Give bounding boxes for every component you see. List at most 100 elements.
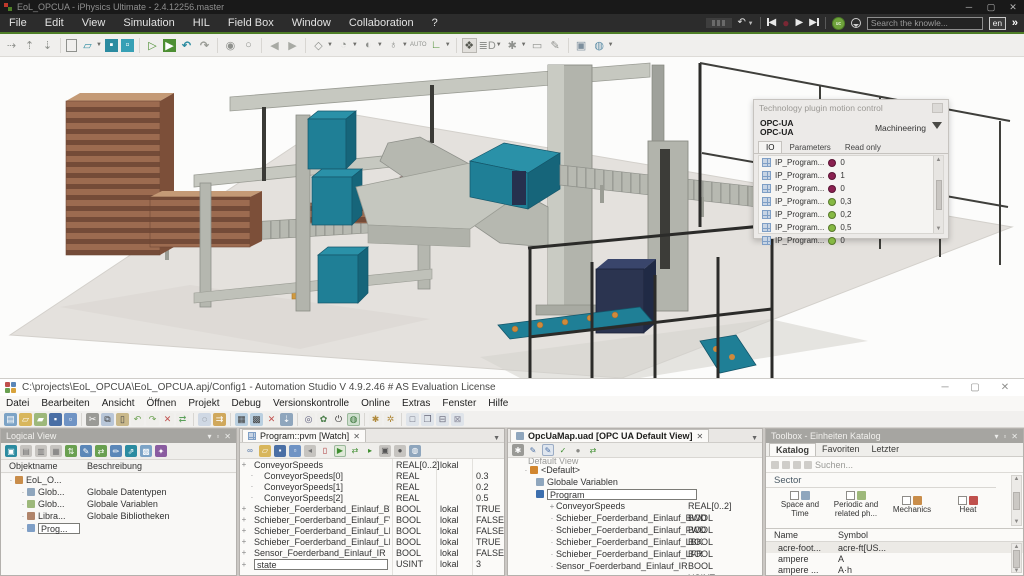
screen-icon[interactable]: ▭ xyxy=(530,38,545,53)
open-project-icon[interactable]: ▱ xyxy=(19,413,32,426)
measure-icon[interactable]: ✎ xyxy=(548,38,563,53)
undo-arrow-icon[interactable]: ↶ ▼ xyxy=(738,14,754,33)
tree-row[interactable]: ·Libra... Globale Bibliotheken xyxy=(1,510,236,522)
track-start-icon[interactable]: ⇢ xyxy=(4,38,19,53)
sector-heat[interactable]: Heat xyxy=(940,496,996,514)
link-icon[interactable]: ⇗ xyxy=(125,445,137,457)
play-icon[interactable]: ▶ xyxy=(795,14,803,32)
menu-hil[interactable]: HIL xyxy=(184,14,219,32)
save-icon[interactable]: ▪ xyxy=(274,445,286,457)
globe-icon[interactable]: ◍ xyxy=(409,445,421,457)
online-globe-icon[interactable]: ◍ xyxy=(347,413,360,426)
col-objektname[interactable]: Objektname xyxy=(9,461,58,471)
watch-row[interactable]: +Sensor_Foerderband_Einlauf_IRBOOLlokalF… xyxy=(240,547,504,558)
settings-b-icon[interactable]: ✲ xyxy=(384,413,397,426)
tab-overflow-icon[interactable]: ▼ xyxy=(747,435,762,442)
opcua-var-row[interactable]: ·Sensor_Foerderband_Einlauf_IRBOOL xyxy=(508,560,762,572)
cancel-build-icon[interactable]: ✕ xyxy=(265,413,278,426)
refresh-icon[interactable]: ⇄ xyxy=(587,444,599,456)
watch-row[interactable]: +ConveyorSpeedsREAL[0..2]lokal xyxy=(240,459,504,470)
forward-icon[interactable]: ▸ xyxy=(364,445,376,457)
device-icon[interactable]: ▣ xyxy=(574,38,589,53)
undo-icon[interactable]: ↶ xyxy=(179,38,194,53)
edit-icon[interactable]: ✎ xyxy=(80,445,92,457)
tab-overflow-icon[interactable]: ▼ xyxy=(489,435,504,442)
window-b-icon[interactable]: ❐ xyxy=(421,413,434,426)
funnel-icon[interactable] xyxy=(932,122,942,134)
menu-help[interactable]: ? xyxy=(423,14,447,32)
open-file-icon[interactable]: ▰ xyxy=(34,413,47,426)
tools-icon[interactable]: ✦ xyxy=(155,445,167,457)
redo-icon[interactable]: ↷ xyxy=(197,38,212,53)
tab-letzter[interactable]: Letzter xyxy=(866,443,906,456)
io-row[interactable]: IP_Program...0,3 xyxy=(759,195,943,208)
menu-fieldbox[interactable]: Field Box xyxy=(219,14,283,32)
menu-ansicht[interactable]: Ansicht xyxy=(96,398,141,409)
save-as-icon[interactable]: ▫ xyxy=(121,39,134,52)
filter-a-icon[interactable] xyxy=(771,461,779,469)
menu-projekt[interactable]: Projekt xyxy=(182,398,225,409)
watch-row[interactable]: ·ConveyorSpeeds[1]REAL0.2 xyxy=(240,481,504,492)
back-icon[interactable]: ◂ xyxy=(304,445,316,457)
search-bubble-icon[interactable] xyxy=(851,18,861,28)
settings-a-icon[interactable]: ✱ xyxy=(369,413,382,426)
menu-versionskontrolle[interactable]: Versionskontrolle xyxy=(267,398,355,409)
tree-row[interactable]: ·Glob... Globale Variablen xyxy=(1,498,236,510)
services-icon[interactable]: ✿ xyxy=(317,413,330,426)
find-icon[interactable]: ◌ xyxy=(198,413,211,426)
track-run-icon[interactable]: ⇣ xyxy=(40,38,55,53)
col-beschreibung[interactable]: Beschreibung xyxy=(87,461,142,471)
tab-parameters[interactable]: Parameters xyxy=(782,142,837,153)
io-row[interactable]: IP_Program...1 xyxy=(759,169,943,182)
watch-row[interactable]: ·ConveyorSpeeds[2]REAL0.5 xyxy=(240,492,504,503)
glasses-icon[interactable]: ∞ xyxy=(244,445,256,457)
col-symbol[interactable]: Symbol xyxy=(838,530,868,540)
io-row[interactable]: IP_Program...0,2 xyxy=(759,208,943,221)
cut-icon[interactable]: ✂ xyxy=(86,413,99,426)
watch-tab[interactable]: Program::pvm [Watch]✕ xyxy=(242,429,366,442)
menu-view[interactable]: View xyxy=(73,14,115,32)
opcua-tab[interactable]: OpcUaMap.uad [OPC UA Default View]✕ xyxy=(510,429,709,442)
import-icon[interactable]: ▷ xyxy=(145,38,160,53)
delete-icon[interactable]: ✕ xyxy=(161,413,174,426)
window-c-icon[interactable]: ⊟ xyxy=(436,413,449,426)
unit-row[interactable]: ampere ...A·h xyxy=(766,564,1023,575)
menu-oeffnen[interactable]: Öffnen xyxy=(141,398,183,409)
record-icon[interactable]: ● xyxy=(394,445,406,457)
opcua-node[interactable]: Globale Variablen xyxy=(508,476,762,488)
connection-ball-icon[interactable]: uc xyxy=(832,17,845,30)
sector-periodic[interactable]: Periodic and related ph... xyxy=(828,491,884,518)
menu-hilfe[interactable]: Hilfe xyxy=(482,398,514,409)
axis-icon[interactable]: ∟ xyxy=(429,38,444,53)
menu-fenster[interactable]: Fenster xyxy=(436,398,482,409)
save-icon[interactable]: ▪ xyxy=(105,39,118,52)
menu-simulation[interactable]: Simulation xyxy=(114,14,183,32)
panel-menu-icon[interactable]: ▾ xyxy=(994,432,998,441)
filter-d-icon[interactable] xyxy=(804,461,812,469)
view-cube-icon[interactable]: ◇ xyxy=(311,38,326,53)
watch-row[interactable]: +Schieber_Foerderband_Einlauf_FWDBOOLlok… xyxy=(240,514,504,525)
step-icon[interactable]: ▶ xyxy=(809,14,819,32)
pin-icon[interactable]: ▫ xyxy=(1003,432,1006,441)
rebuild-icon[interactable]: ▩ xyxy=(250,413,263,426)
opcua-var-row[interactable]: ·Schieber_Foerderband_Einlauf_LFRBOOL xyxy=(508,548,762,560)
export-run-icon[interactable]: ▶ xyxy=(163,39,176,52)
sector-scrollbar[interactable]: ▲▼ xyxy=(1011,475,1022,526)
dot-icon[interactable]: ● xyxy=(572,444,584,456)
watch-row[interactable]: +Schieber_Foerderband_Einlauf_BWDBOOLlok… xyxy=(240,503,504,514)
debug-bug-icon[interactable]: ✱ xyxy=(505,38,520,53)
stop-page-icon[interactable]: ▯ xyxy=(319,445,331,457)
list-c-icon[interactable]: ▦ xyxy=(50,445,62,457)
opcua-node-editing[interactable]: Program xyxy=(508,488,762,500)
toolbar-overflow-icon[interactable]: » xyxy=(1012,17,1018,29)
tab-katalog[interactable]: Katalog xyxy=(769,443,816,456)
undo-icon[interactable]: ↶ xyxy=(131,413,144,426)
copy-icon[interactable]: ⧉ xyxy=(101,413,114,426)
opcua-var-row[interactable]: +ConveyorSpeedsREAL[0..2] xyxy=(508,500,762,512)
opcua-node[interactable]: ·<Default> xyxy=(508,464,762,476)
panel-menu-icon[interactable]: ▾ xyxy=(207,432,211,441)
gear-icon[interactable]: ✱ xyxy=(512,444,524,456)
io-row[interactable]: IP_Program...0,5 xyxy=(759,221,943,234)
save-as-icon[interactable]: ▫ xyxy=(289,445,301,457)
tree-row-editing[interactable]: ·Prog... xyxy=(1,522,236,534)
